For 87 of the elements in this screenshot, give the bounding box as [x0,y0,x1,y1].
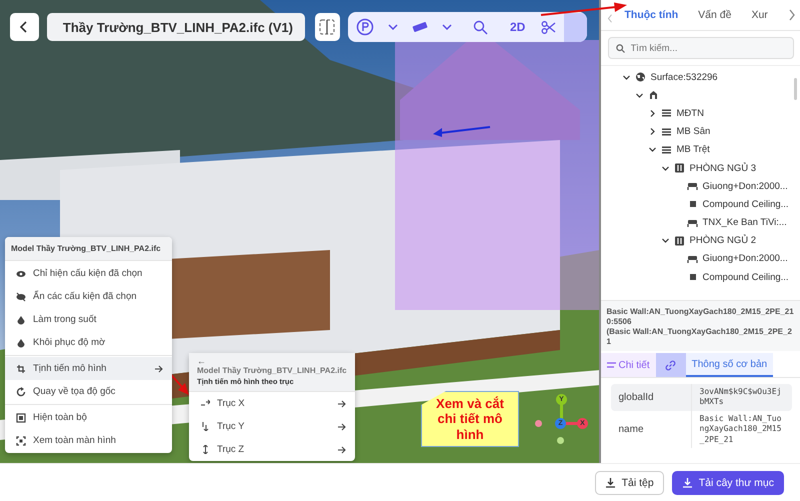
move-icon [16,364,26,374]
tree-item[interactable]: Giuong+Don:2000... [600,177,800,196]
context-menu-item[interactable]: Ẩn các cấu kiện đã chọn [5,285,172,308]
tree-item[interactable]: Surface:532296 [600,68,800,86]
detail-tab[interactable]: Thông số cơ bản [686,353,774,377]
panel-tab[interactable]: Thuộc tính [616,9,686,21]
search-icon [616,44,624,53]
room-icon [674,236,684,246]
drop-icon [16,314,26,324]
eye-icon [16,268,26,278]
level-icon [660,108,672,118]
annotation-arrow [432,124,492,138]
detail-tab[interactable]: Chi tiết [600,353,656,377]
context-menu-item[interactable]: Tịnh tiến mô hình [5,357,172,380]
view-2d-button[interactable]: 2D [502,12,534,42]
axis-arrows-icon [201,399,210,408]
submenu-title: Model Thầy Trường_BTV_LINH_PA2.ifc [197,366,347,375]
lines-icon [606,362,616,368]
search-icon [473,20,488,34]
file-select[interactable]: Thầy Trường_BTV_LINH_PA2.ifc (V1) [46,13,305,41]
download-icon [604,477,616,488]
building-icon [648,90,658,100]
tree-item[interactable]: Compound Ceiling... [600,268,800,286]
callout-note: Xem và cắt chi tiết mô hình [421,391,519,447]
search-field[interactable]: Tìm kiếm... [608,37,794,59]
tree-item[interactable]: MĐTN [600,104,800,123]
tree-item[interactable]: TNX_Ke Ban TiVi:... [600,214,800,232]
link-tab[interactable] [656,353,686,377]
submenu-item[interactable]: Trục Z [189,438,355,461]
context-menu-item[interactable]: Chỉ hiện cấu kiện đã chọn [5,262,172,285]
context-menu-item[interactable]: Quay về tọa độ gốc [5,380,172,403]
eye-off-icon [16,292,26,302]
tree-item[interactable]: MB Trệt [600,140,800,159]
split-view-icon [319,19,336,35]
tree-item[interactable]: PHÒNG NGỦ 2 [600,232,800,250]
download-icon [682,477,693,488]
download-file-button[interactable]: Tải tệp [594,470,664,494]
back-arrow-button[interactable]: ← [197,356,206,366]
level-icon [660,126,672,137]
tree-item[interactable]: MB Sân [600,122,800,141]
property-value: Basic Wall:AN_TuongXayGach180_2M15_2PE_21 [690,410,792,448]
axis-arrows-icon [201,422,210,431]
panel-tab[interactable]: Xur [743,9,776,21]
property-value: 3ovANm$k9C$wOu3EjbMXTs [690,384,792,411]
fullscreen-icon [16,436,26,446]
link-icon [665,360,676,370]
panel-tab[interactable]: Vấn đề [690,9,740,21]
level-icon [660,144,672,155]
context-menu-item[interactable]: Làm trong suốt [5,308,172,331]
split-view-button[interactable] [314,13,340,41]
circle-p-icon [356,18,374,36]
context-menu-item[interactable]: Xem toàn màn hình [5,429,172,452]
vertical-arrows-icon [201,445,210,454]
arrow-right-icon [337,422,347,430]
arrow-right-icon [154,364,164,372]
selected-element-type: (Basic Wall:AN_TuongXayGach180_2M15_2PE_21 [606,327,793,347]
arrow-right-icon [337,400,347,408]
chevron-left-icon [19,21,30,33]
ruler-icon [412,22,428,32]
furniture-icon [686,181,698,192]
chevron-right-icon[interactable] [788,9,796,21]
property-name: name [618,422,645,437]
tree-item[interactable]: Giuong+Don:2000... [600,250,800,268]
globe-icon [634,72,646,82]
room-icon [674,163,684,174]
chevron-left-icon[interactable] [606,14,612,22]
download-tree-button[interactable]: Tải cây thư mục [672,470,784,494]
furniture-icon [686,254,698,264]
caret-icon [388,24,398,30]
property-name: globalId [618,390,655,405]
selected-element-name: Basic Wall:AN_TuongXayGach180_2M15_2PE_210:5506 [606,307,794,327]
tree-item[interactable]: PHÒNG NGỦ 3 [600,158,800,178]
square-icon [16,412,26,422]
tree-item[interactable]: Compound Ceiling... [600,195,800,214]
scrollbar[interactable] [794,78,797,100]
context-menu-item[interactable]: Khôi phục độ mờ [5,331,172,354]
arrow-right-icon [337,446,347,454]
drop-icon [16,338,26,348]
submenu-item[interactable]: Trục X [189,392,355,415]
back-button[interactable] [10,13,39,41]
caret-icon [442,24,452,30]
context-menu-item[interactable]: Hiện toàn bộ [5,406,172,429]
scissors-icon [541,20,556,34]
furniture-icon [686,218,698,228]
submenu-item[interactable]: Trục Y [189,415,355,438]
rotate-icon [16,386,26,396]
context-menu-title: Model Thầy Trường_BTV_LINH_PA2.ifc [5,237,172,260]
